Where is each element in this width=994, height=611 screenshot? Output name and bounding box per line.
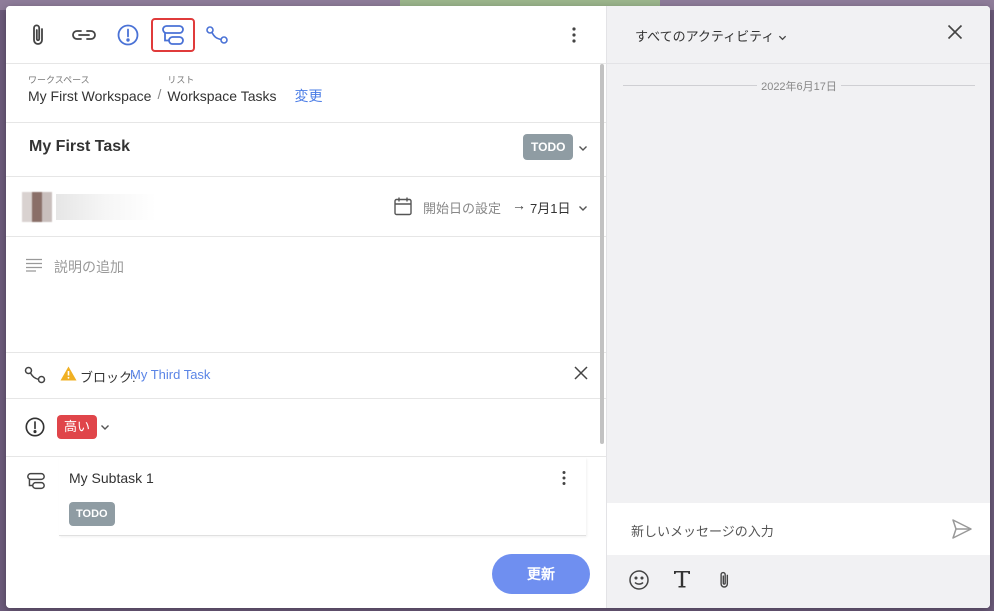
dependency-icon xyxy=(24,366,46,384)
subtask-name[interactable]: My Subtask 1 xyxy=(69,470,154,486)
due-date-field[interactable]: 7月1日 xyxy=(530,198,570,217)
description-icon xyxy=(26,258,42,272)
dependency-button[interactable] xyxy=(202,20,232,50)
divider xyxy=(6,236,606,237)
chevron-down-icon xyxy=(778,35,787,41)
link-icon xyxy=(72,30,96,40)
activity-filter-dropdown[interactable]: すべてのアクティビティ xyxy=(635,26,787,45)
breadcrumb: ワークスペース My First Workspace / リスト Workspa… xyxy=(28,74,323,106)
blocking-label: ブロック: xyxy=(80,370,136,385)
composer-toolbar xyxy=(607,555,990,608)
priority-badge[interactable]: 高い xyxy=(57,415,98,439)
chevron-down-icon[interactable] xyxy=(578,143,588,153)
subtask-card[interactable]: My Subtask 1 TODO xyxy=(59,458,586,536)
task-detail-dialog: ワークスペース My First Workspace / リスト Workspa… xyxy=(6,6,990,608)
priority-row: 高い xyxy=(6,398,606,456)
scrollbar[interactable] xyxy=(600,64,604,444)
breadcrumb-workspace-value: My First Workspace xyxy=(28,88,152,104)
task-toolbar xyxy=(6,6,606,64)
attachment-button[interactable] xyxy=(24,20,54,50)
breadcrumb-workspace-label: ワークスペース xyxy=(28,75,90,85)
subtask-button[interactable] xyxy=(151,18,195,52)
chevron-down-icon[interactable] xyxy=(578,203,588,213)
update-button[interactable]: 更新 xyxy=(492,554,590,594)
breadcrumb-workspace: ワークスペース My First Workspace xyxy=(28,74,151,106)
activity-filter-label: すべてのアクティビティ xyxy=(635,29,775,44)
divider xyxy=(6,456,606,457)
text-format-icon[interactable] xyxy=(673,569,691,589)
start-date-field[interactable]: 開始日の設定 xyxy=(423,198,501,217)
divider xyxy=(6,122,606,123)
subtask-more-button[interactable] xyxy=(555,468,573,488)
subtask-status-badge[interactable]: TODO xyxy=(69,502,115,526)
date-divider-label: 2022年6月17日 xyxy=(623,78,975,94)
link-button[interactable] xyxy=(69,20,99,50)
avatar[interactable] xyxy=(22,192,52,222)
description-input[interactable]: 説明の追加 xyxy=(54,257,124,277)
warning-icon xyxy=(60,366,77,381)
breadcrumb-list-label: リスト xyxy=(167,75,195,85)
divider xyxy=(6,176,606,177)
breadcrumb-change-link[interactable]: 変更 xyxy=(295,86,323,106)
priority-button[interactable] xyxy=(113,20,143,50)
subtask-icon xyxy=(27,472,45,490)
subtask-icon xyxy=(162,25,184,45)
send-icon[interactable] xyxy=(951,518,973,540)
task-title[interactable]: My First Task xyxy=(29,138,130,156)
breadcrumb-list-value: Workspace Tasks xyxy=(167,88,277,104)
priority-icon xyxy=(117,24,139,46)
assignee-name[interactable] xyxy=(56,194,156,220)
priority-icon xyxy=(25,417,45,437)
date-divider-text: 2022年6月17日 xyxy=(757,81,841,93)
date-arrow: → xyxy=(512,197,526,213)
more-vertical-icon xyxy=(572,27,576,43)
activity-date-divider: 2022年6月17日 xyxy=(623,78,975,94)
attachment-icon xyxy=(33,24,43,45)
blocking-row: ブロック: My Third Task xyxy=(6,352,606,398)
calendar-icon[interactable] xyxy=(393,196,413,216)
emoji-icon[interactable] xyxy=(628,569,650,591)
close-icon[interactable] xyxy=(574,366,588,380)
breadcrumb-list: リスト Workspace Tasks xyxy=(167,74,276,106)
dependency-icon xyxy=(206,26,228,44)
activity-panel: すべてのアクティビティ 2022年6月17日 新しいメッセージの入力 xyxy=(606,6,990,608)
message-input[interactable]: 新しいメッセージの入力 xyxy=(607,503,990,555)
status-badge[interactable]: TODO xyxy=(523,134,574,160)
attachment-icon[interactable] xyxy=(718,569,732,591)
task-panel: ワークスペース My First Workspace / リスト Workspa… xyxy=(6,6,606,608)
activity-header: すべてのアクティビティ xyxy=(607,6,990,64)
breadcrumb-separator: / xyxy=(157,86,162,102)
message-input-placeholder: 新しいメッセージの入力 xyxy=(631,524,774,539)
assignee-date-row: 開始日の設定 → 7月1日 xyxy=(6,178,606,236)
chevron-down-icon[interactable] xyxy=(100,422,110,432)
more-options-button[interactable] xyxy=(559,20,589,50)
blocking-task-link[interactable]: My Third Task xyxy=(130,367,210,382)
close-icon[interactable] xyxy=(947,24,963,40)
more-vertical-icon xyxy=(562,471,566,485)
